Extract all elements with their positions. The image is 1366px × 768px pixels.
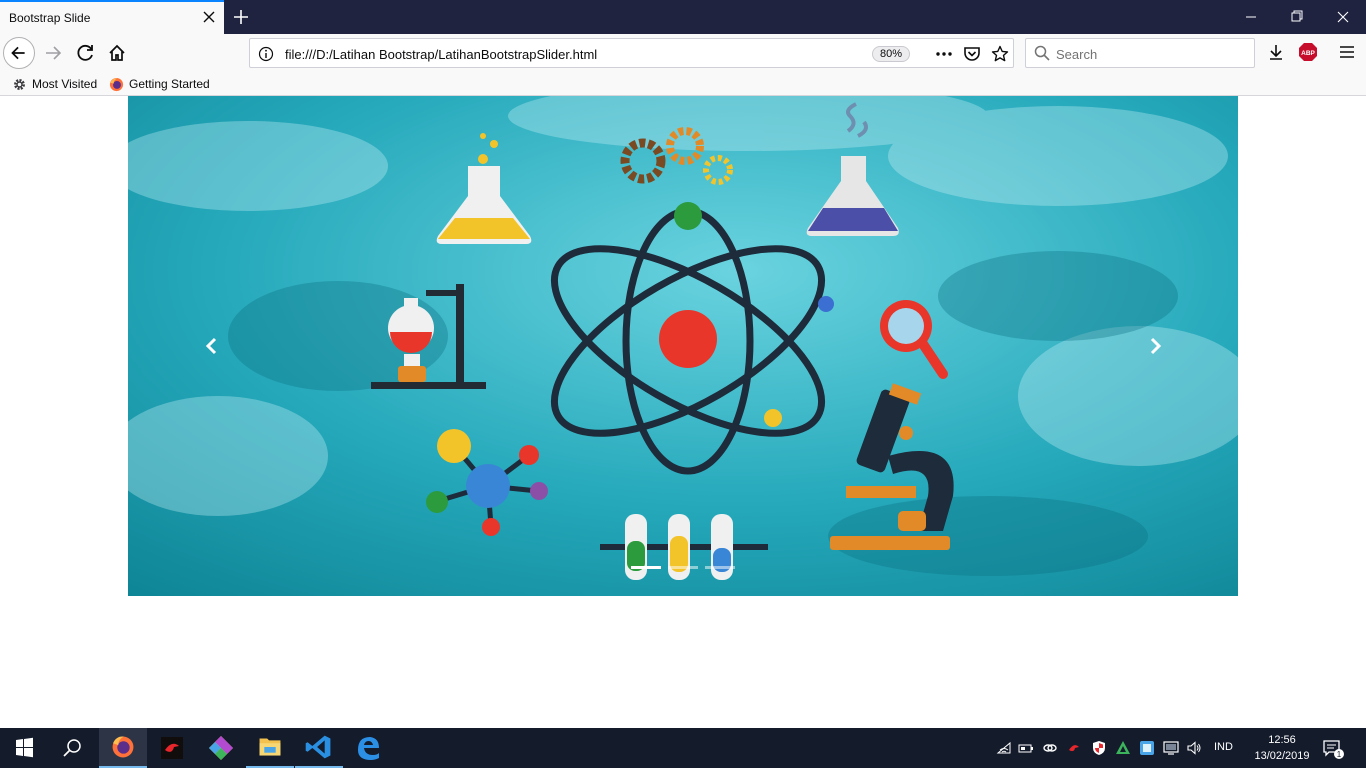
new-tab-icon[interactable]: [230, 6, 252, 28]
carousel-next-icon[interactable]: [1135, 326, 1175, 366]
adblock-plus-icon[interactable]: ABP: [1298, 42, 1318, 62]
link-icon[interactable]: [1042, 740, 1058, 756]
drive-icon[interactable]: [1115, 740, 1131, 756]
minimize-icon[interactable]: [1228, 0, 1274, 34]
garena-icon[interactable]: [148, 728, 196, 768]
carousel-indicators: [631, 566, 735, 572]
bookmark-star-icon[interactable]: [991, 45, 1009, 63]
pocket-icon[interactable]: [963, 45, 981, 63]
image-carousel: [128, 96, 1238, 596]
site-info-icon[interactable]: [258, 46, 274, 62]
taskbar-clock[interactable]: 12:56 13/02/2019: [1252, 732, 1312, 764]
search-input[interactable]: [1056, 45, 1246, 63]
restore-icon[interactable]: [1274, 0, 1320, 34]
clock-date: 13/02/2019: [1254, 750, 1310, 762]
shield-icon[interactable]: [1091, 740, 1107, 756]
tab-title: Bootstrap Slide: [9, 11, 91, 25]
windows-taskbar: IND 12:56 13/02/2019 1: [0, 728, 1366, 768]
science-slide-image: [128, 96, 1238, 596]
clock-time: 12:56: [1268, 734, 1296, 746]
page-actions-icon[interactable]: [935, 45, 953, 63]
volume-icon[interactable]: [1186, 740, 1202, 756]
reload-icon[interactable]: [70, 37, 102, 69]
wifi-icon[interactable]: [996, 740, 1012, 756]
download-icon[interactable]: [1266, 42, 1286, 62]
edge-icon[interactable]: [344, 728, 392, 768]
file-explorer-icon[interactable]: [246, 728, 294, 768]
network-icon[interactable]: [1163, 740, 1179, 756]
tab-bootstrap-slide[interactable]: Bootstrap Slide: [0, 0, 224, 34]
windows-start-icon[interactable]: [0, 728, 48, 768]
notification-count: 1: [1337, 750, 1342, 759]
url-text[interactable]: file:///D:/Latihan Bootstrap/LatihanBoot…: [285, 47, 597, 62]
browser-titlebar: Bootstrap Slide: [0, 0, 1366, 34]
notification-center-icon[interactable]: 1: [1322, 738, 1344, 760]
navigation-toolbar: file:///D:/Latihan Bootstrap/LatihanBoot…: [0, 34, 1366, 72]
bookmark-label: Getting Started: [129, 77, 210, 91]
battery-icon[interactable]: [1018, 740, 1034, 756]
hamburger-menu-icon[interactable]: [1337, 42, 1357, 62]
firefox-icon: [109, 77, 124, 92]
search-box[interactable]: [1025, 38, 1255, 68]
carousel-indicator-2[interactable]: [668, 566, 698, 569]
garena-tray-icon[interactable]: [1066, 740, 1082, 756]
taskbar-search-icon[interactable]: [48, 728, 96, 768]
address-bar[interactable]: file:///D:/Latihan Bootstrap/LatihanBoot…: [249, 38, 1014, 68]
firefox-taskbar-icon[interactable]: [99, 728, 147, 768]
zoom-indicator[interactable]: 80%: [872, 46, 911, 62]
close-tab-icon[interactable]: [202, 10, 216, 24]
carousel-indicator-1[interactable]: [631, 566, 661, 569]
git-icon[interactable]: [197, 728, 245, 768]
abp-label: ABP: [1301, 50, 1315, 57]
app-tray-icon[interactable]: [1139, 740, 1155, 756]
forward-icon[interactable]: [38, 37, 70, 69]
back-icon[interactable]: [3, 37, 35, 69]
search-icon: [1034, 45, 1050, 61]
carousel-prev-icon[interactable]: [192, 326, 232, 366]
input-language[interactable]: IND: [1214, 741, 1233, 753]
gear-icon: [14, 79, 25, 90]
vscode-icon[interactable]: [295, 728, 343, 768]
carousel-indicator-3[interactable]: [705, 566, 735, 569]
bookmarks-toolbar: Most Visited Getting Started: [0, 72, 1366, 96]
close-window-icon[interactable]: [1320, 0, 1366, 34]
home-icon[interactable]: [101, 37, 133, 69]
bookmark-label: Most Visited: [32, 77, 98, 91]
